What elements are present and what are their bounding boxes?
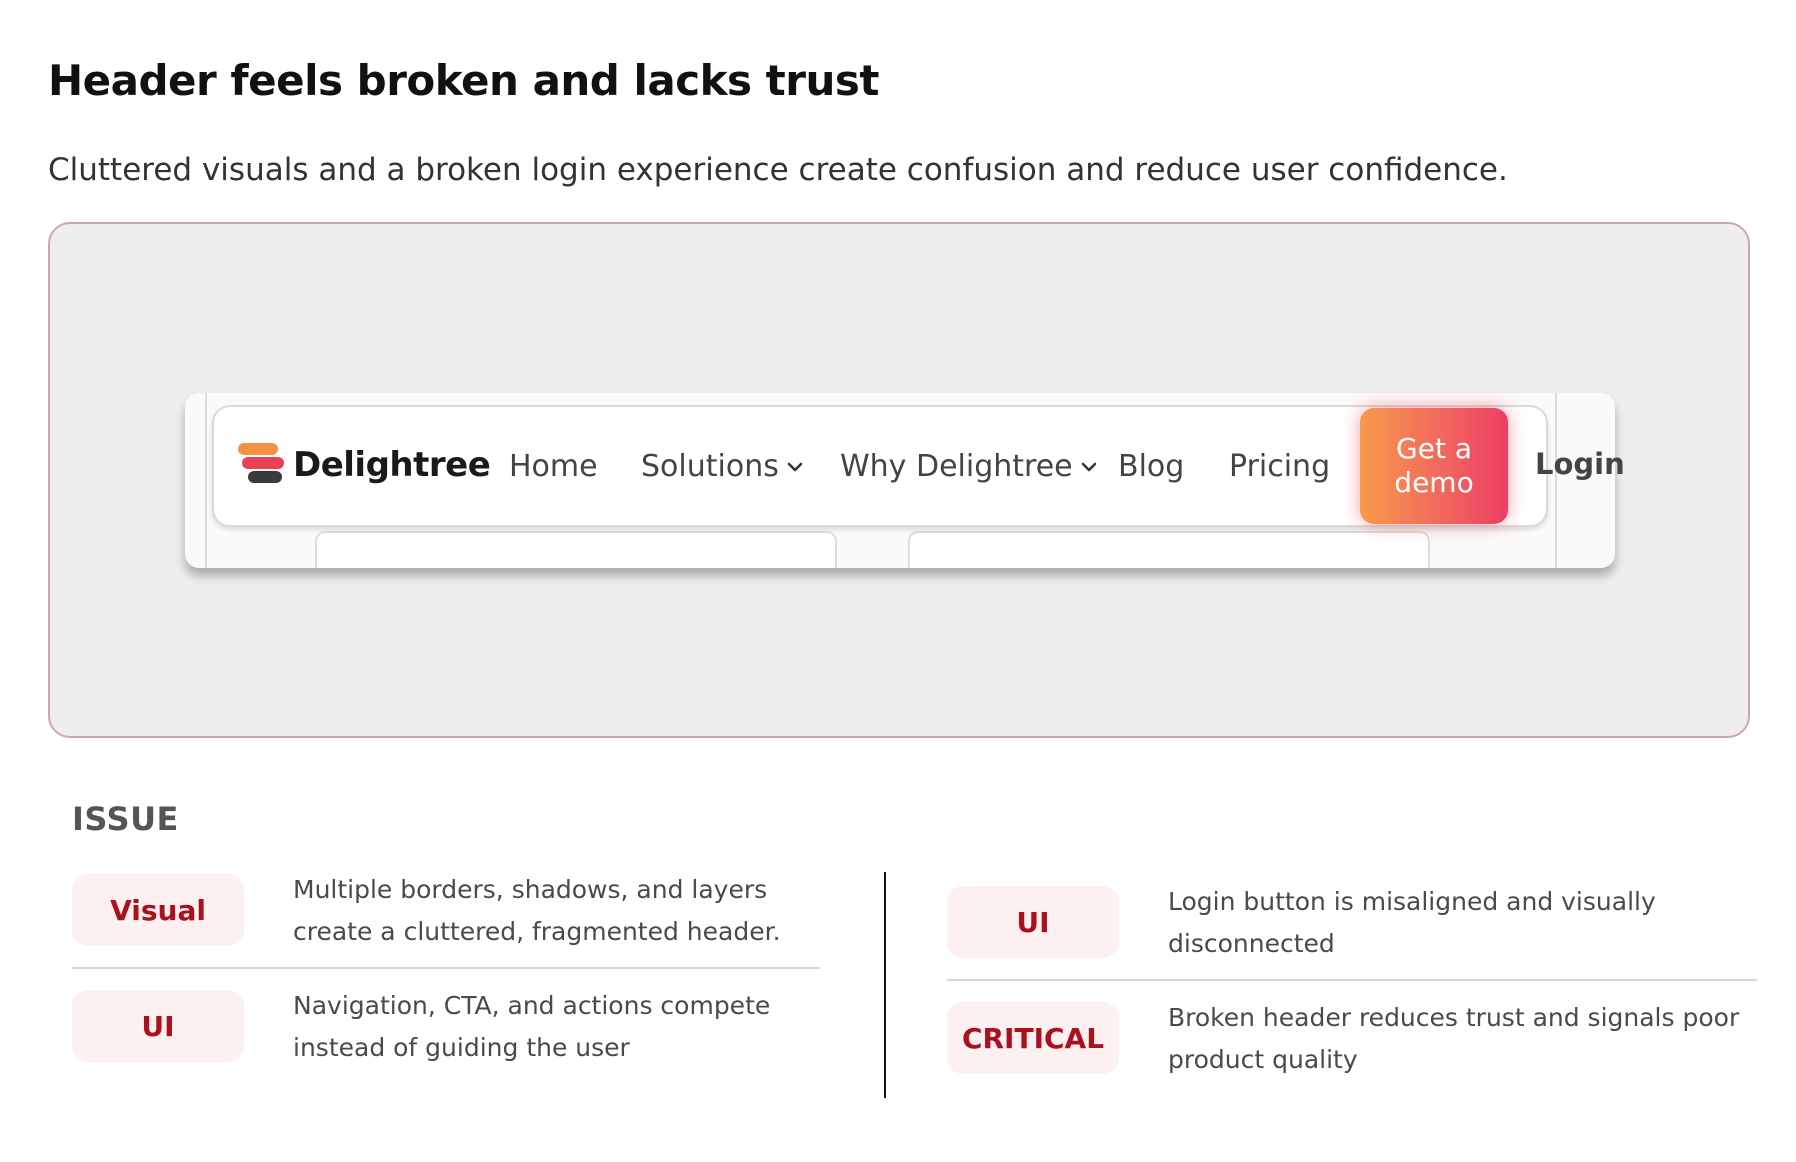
nav-solutions-label: Solutions [641, 449, 779, 484]
chevron-down-icon [1081, 462, 1096, 471]
nav-why-delightree-label: Why Delightree [840, 449, 1073, 484]
nav-pricing-label: Pricing [1229, 449, 1331, 484]
nav-blog-label: Blog [1118, 449, 1185, 484]
nav-why-delightree[interactable]: Why Delightree [840, 449, 1097, 484]
column-divider [884, 872, 886, 1098]
issue-description: Multiple borders, shadows, and layers cr… [293, 875, 781, 946]
mock-content-panel [315, 531, 837, 568]
nav-home-label: Home [509, 449, 598, 484]
page-title: Header feels broken and lacks trust [48, 56, 879, 105]
row-divider [72, 967, 820, 969]
mock-border-line [205, 393, 207, 568]
issue-tag-visual: Visual [72, 874, 244, 946]
logo-wordmark[interactable]: Delightree [293, 445, 491, 485]
delightree-logo-icon [238, 443, 284, 483]
row-divider [947, 979, 1757, 981]
login-button[interactable]: Login [1535, 447, 1625, 481]
get-a-demo-button[interactable]: Get a demo [1360, 408, 1508, 524]
issue-description: Broken header reduces trust and signals … [1168, 1003, 1740, 1074]
nav-solutions[interactable]: Solutions [641, 449, 803, 484]
issue-heading: ISSUE [72, 800, 179, 838]
issue-tag-ui: UI [72, 990, 244, 1062]
issue-tag-ui: UI [947, 886, 1119, 958]
nav-blog[interactable]: Blog [1118, 449, 1184, 484]
chevron-down-icon [787, 462, 803, 471]
issue-description: Login button is misaligned and visually … [1168, 887, 1656, 958]
mock-content-panel [908, 531, 1430, 568]
page-subtitle: Cluttered visuals and a broken login exp… [48, 152, 1508, 188]
nav-home[interactable]: Home [509, 449, 598, 484]
issue-description: Navigation, CTA, and actions compete ins… [293, 991, 771, 1062]
issue-tag-critical: CRITICAL [947, 1002, 1119, 1074]
nav-pricing[interactable]: Pricing [1229, 449, 1330, 484]
